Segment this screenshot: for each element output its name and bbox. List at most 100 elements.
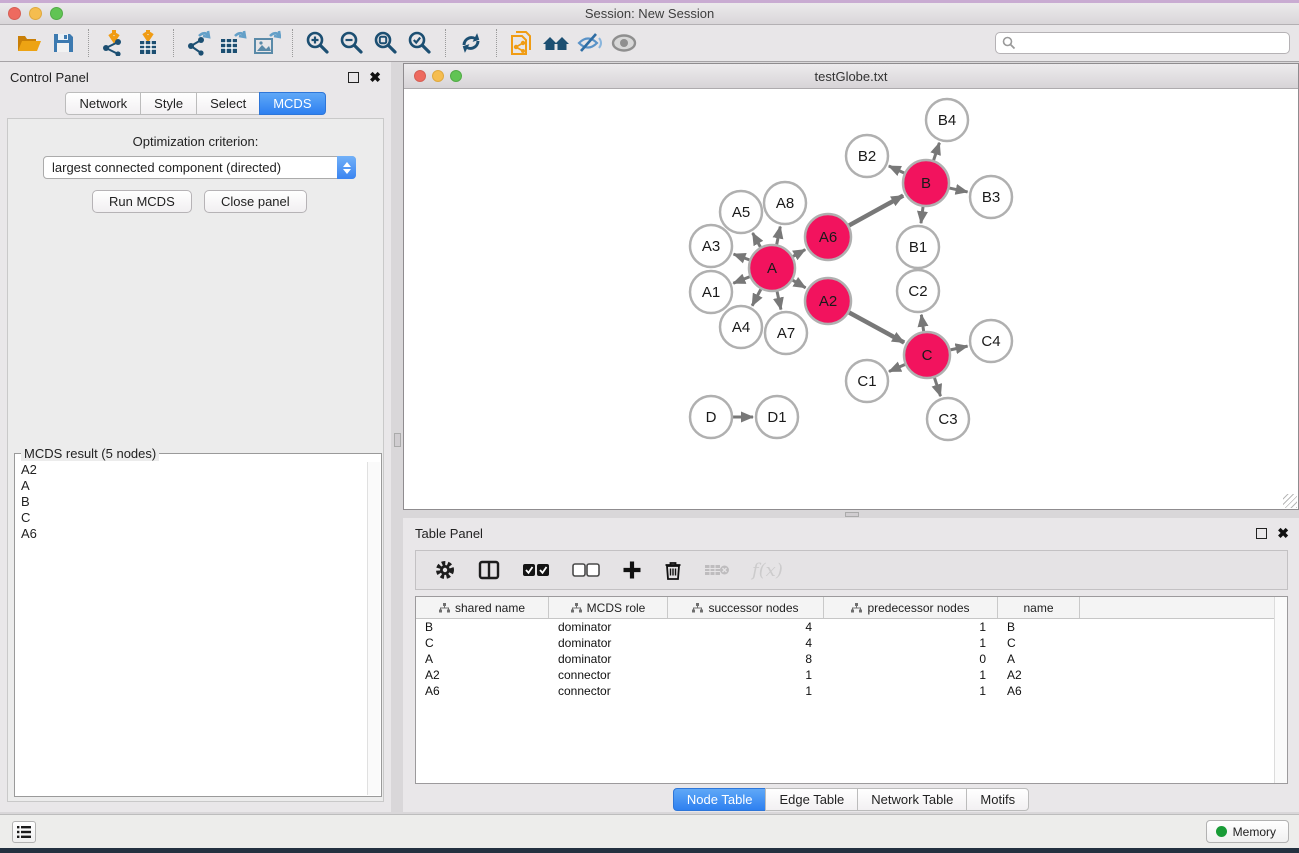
mcds-result-item[interactable]: A <box>16 478 367 494</box>
column-header-predecessor-nodes[interactable]: predecessor nodes <box>824 597 998 618</box>
table-cell[interactable]: 0 <box>824 652 998 666</box>
memory-button[interactable]: Memory <box>1206 820 1289 843</box>
add-column-icon[interactable] <box>622 560 642 580</box>
table-row[interactable]: Cdominator41C <box>416 635 1287 651</box>
graph-node-A6[interactable]: A6 <box>805 214 851 260</box>
select-all-checkboxes-icon[interactable] <box>522 563 550 577</box>
zoom-out-icon[interactable] <box>335 28 369 58</box>
hide-details-icon[interactable] <box>573 28 607 58</box>
table-cell[interactable]: 4 <box>668 620 824 634</box>
graph-node-A[interactable]: A <box>749 245 795 291</box>
table-cell[interactable]: C <box>416 636 549 650</box>
tab-network-table[interactable]: Network Table <box>857 788 967 811</box>
task-history-button[interactable] <box>12 821 36 843</box>
tab-select[interactable]: Select <box>196 92 260 115</box>
mcds-result-item[interactable]: B <box>16 494 367 510</box>
mcds-result-list[interactable]: A2ABCA6 <box>16 462 367 795</box>
graph-edge-B-B2[interactable] <box>889 166 904 173</box>
network-canvas[interactable]: B4B2BB3A8A5A6A3B1AA1C2A2A4A7C4CC1C3DD1 <box>404 89 1298 508</box>
horizontal-splitter-handle[interactable] <box>845 512 859 517</box>
graph-edge-A-A7[interactable] <box>777 291 781 309</box>
table-row[interactable]: A2connector11A2 <box>416 667 1287 683</box>
show-column-icon[interactable] <box>478 560 500 580</box>
graph-edge-A-A6[interactable] <box>793 250 805 257</box>
open-session-icon[interactable] <box>12 28 46 58</box>
table-cell[interactable]: B <box>416 620 549 634</box>
vertical-splitter-handle[interactable] <box>394 433 401 447</box>
column-header-name[interactable]: name <box>998 597 1080 618</box>
table-cell[interactable]: A2 <box>998 668 1080 682</box>
column-header-MCDS-role[interactable]: MCDS role <box>549 597 668 618</box>
table-cell[interactable]: 1 <box>824 620 998 634</box>
graph-edge-A6-B[interactable] <box>849 196 903 226</box>
graph-node-C2[interactable]: C2 <box>897 270 939 312</box>
graph-node-C[interactable]: C <box>904 332 950 378</box>
graph-node-D[interactable]: D <box>690 396 732 438</box>
tab-node-table[interactable]: Node Table <box>673 788 767 811</box>
node-table[interactable]: shared nameMCDS rolesuccessor nodesprede… <box>415 596 1288 784</box>
tab-motifs[interactable]: Motifs <box>966 788 1029 811</box>
table-settings-gear-icon[interactable] <box>434 559 456 581</box>
criterion-select[interactable]: largest connected component (directed) <box>43 156 356 179</box>
window-resize-grip[interactable] <box>1283 494 1297 508</box>
export-image-icon[interactable] <box>250 28 284 58</box>
graph-node-B[interactable]: B <box>903 160 949 206</box>
deselect-all-checkboxes-icon[interactable] <box>572 563 600 577</box>
graph-node-A5[interactable]: A5 <box>720 191 762 233</box>
close-table-panel-icon[interactable]: ✖ <box>1277 528 1289 539</box>
table-cell[interactable]: A <box>998 652 1080 666</box>
mcds-result-item[interactable]: A2 <box>16 462 367 478</box>
graph-edge-A-A2[interactable] <box>793 280 806 288</box>
table-cell[interactable]: 1 <box>824 668 998 682</box>
table-cell[interactable]: 4 <box>668 636 824 650</box>
import-table-icon[interactable] <box>131 28 165 58</box>
table-cell[interactable]: A <box>416 652 549 666</box>
graph-node-D1[interactable]: D1 <box>756 396 798 438</box>
graph-node-A8[interactable]: A8 <box>764 182 806 224</box>
table-cell[interactable]: C <box>998 636 1080 650</box>
show-details-icon[interactable] <box>607 28 641 58</box>
table-cell[interactable]: A6 <box>416 684 549 698</box>
close-panel-icon[interactable]: ✖ <box>369 72 381 83</box>
table-cell[interactable]: connector <box>549 684 668 698</box>
graph-edge-A-A5[interactable] <box>753 233 761 247</box>
close-panel-button[interactable]: Close panel <box>204 190 307 213</box>
graph-edge-B-B4[interactable] <box>934 143 940 160</box>
export-table-icon[interactable] <box>216 28 250 58</box>
zoom-fit-icon[interactable] <box>369 28 403 58</box>
graph-node-B4[interactable]: B4 <box>926 99 968 141</box>
table-cell[interactable]: 1 <box>824 636 998 650</box>
tab-style[interactable]: Style <box>140 92 197 115</box>
graph-node-A4[interactable]: A4 <box>720 306 762 348</box>
graph-node-B2[interactable]: B2 <box>846 135 888 177</box>
tab-network[interactable]: Network <box>65 92 141 115</box>
network-graph[interactable]: B4B2BB3A8A5A6A3B1AA1C2A2A4A7C4CC1C3DD1 <box>404 89 1298 508</box>
table-cell[interactable]: dominator <box>549 636 668 650</box>
graph-node-B1[interactable]: B1 <box>897 226 939 268</box>
graph-edge-C-C3[interactable] <box>934 378 940 396</box>
table-cell[interactable]: 1 <box>668 668 824 682</box>
table-cell[interactable]: B <box>998 620 1080 634</box>
import-network-icon[interactable] <box>97 28 131 58</box>
zoom-selected-icon[interactable] <box>403 28 437 58</box>
graph-edge-A-A3[interactable] <box>734 254 750 260</box>
graph-node-A3[interactable]: A3 <box>690 225 732 267</box>
graph-node-A2[interactable]: A2 <box>805 278 851 324</box>
tab-mcds[interactable]: MCDS <box>259 92 325 115</box>
table-row[interactable]: A6connector11A6 <box>416 683 1287 699</box>
table-cell[interactable]: 1 <box>824 684 998 698</box>
table-scrollbar[interactable] <box>1274 597 1287 783</box>
graph-edge-A-A8[interactable] <box>777 227 781 245</box>
mcds-result-item[interactable]: C <box>16 510 367 526</box>
graph-node-C3[interactable]: C3 <box>927 398 969 440</box>
zoom-in-icon[interactable] <box>301 28 335 58</box>
graph-edge-A2-C[interactable] <box>849 312 904 342</box>
tab-edge-table[interactable]: Edge Table <box>765 788 858 811</box>
table-row[interactable]: Adominator80A <box>416 651 1287 667</box>
graph-edge-C-C2[interactable] <box>921 315 923 331</box>
table-cell[interactable]: 1 <box>668 684 824 698</box>
delete-column-icon[interactable] <box>664 560 682 581</box>
table-cell[interactable]: A6 <box>998 684 1080 698</box>
graph-edge-B-B1[interactable] <box>921 207 923 223</box>
graph-node-C1[interactable]: C1 <box>846 360 888 402</box>
